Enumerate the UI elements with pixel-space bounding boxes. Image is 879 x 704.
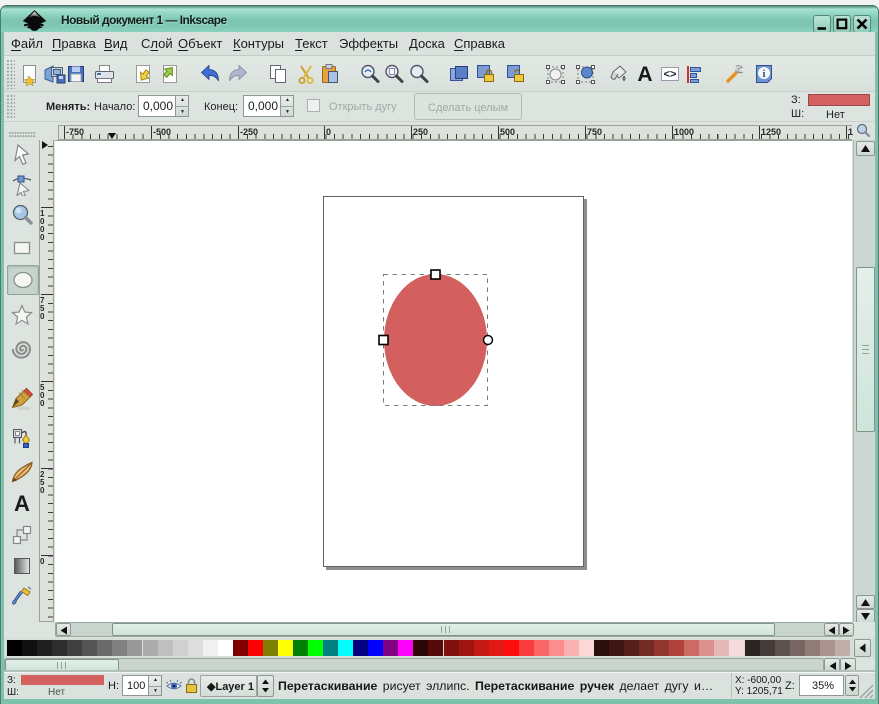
svg-text:A: A — [14, 491, 30, 515]
svg-text:i: i — [762, 68, 765, 80]
svg-text:<>: <> — [664, 69, 677, 81]
svg-text:A: A — [637, 63, 652, 86]
